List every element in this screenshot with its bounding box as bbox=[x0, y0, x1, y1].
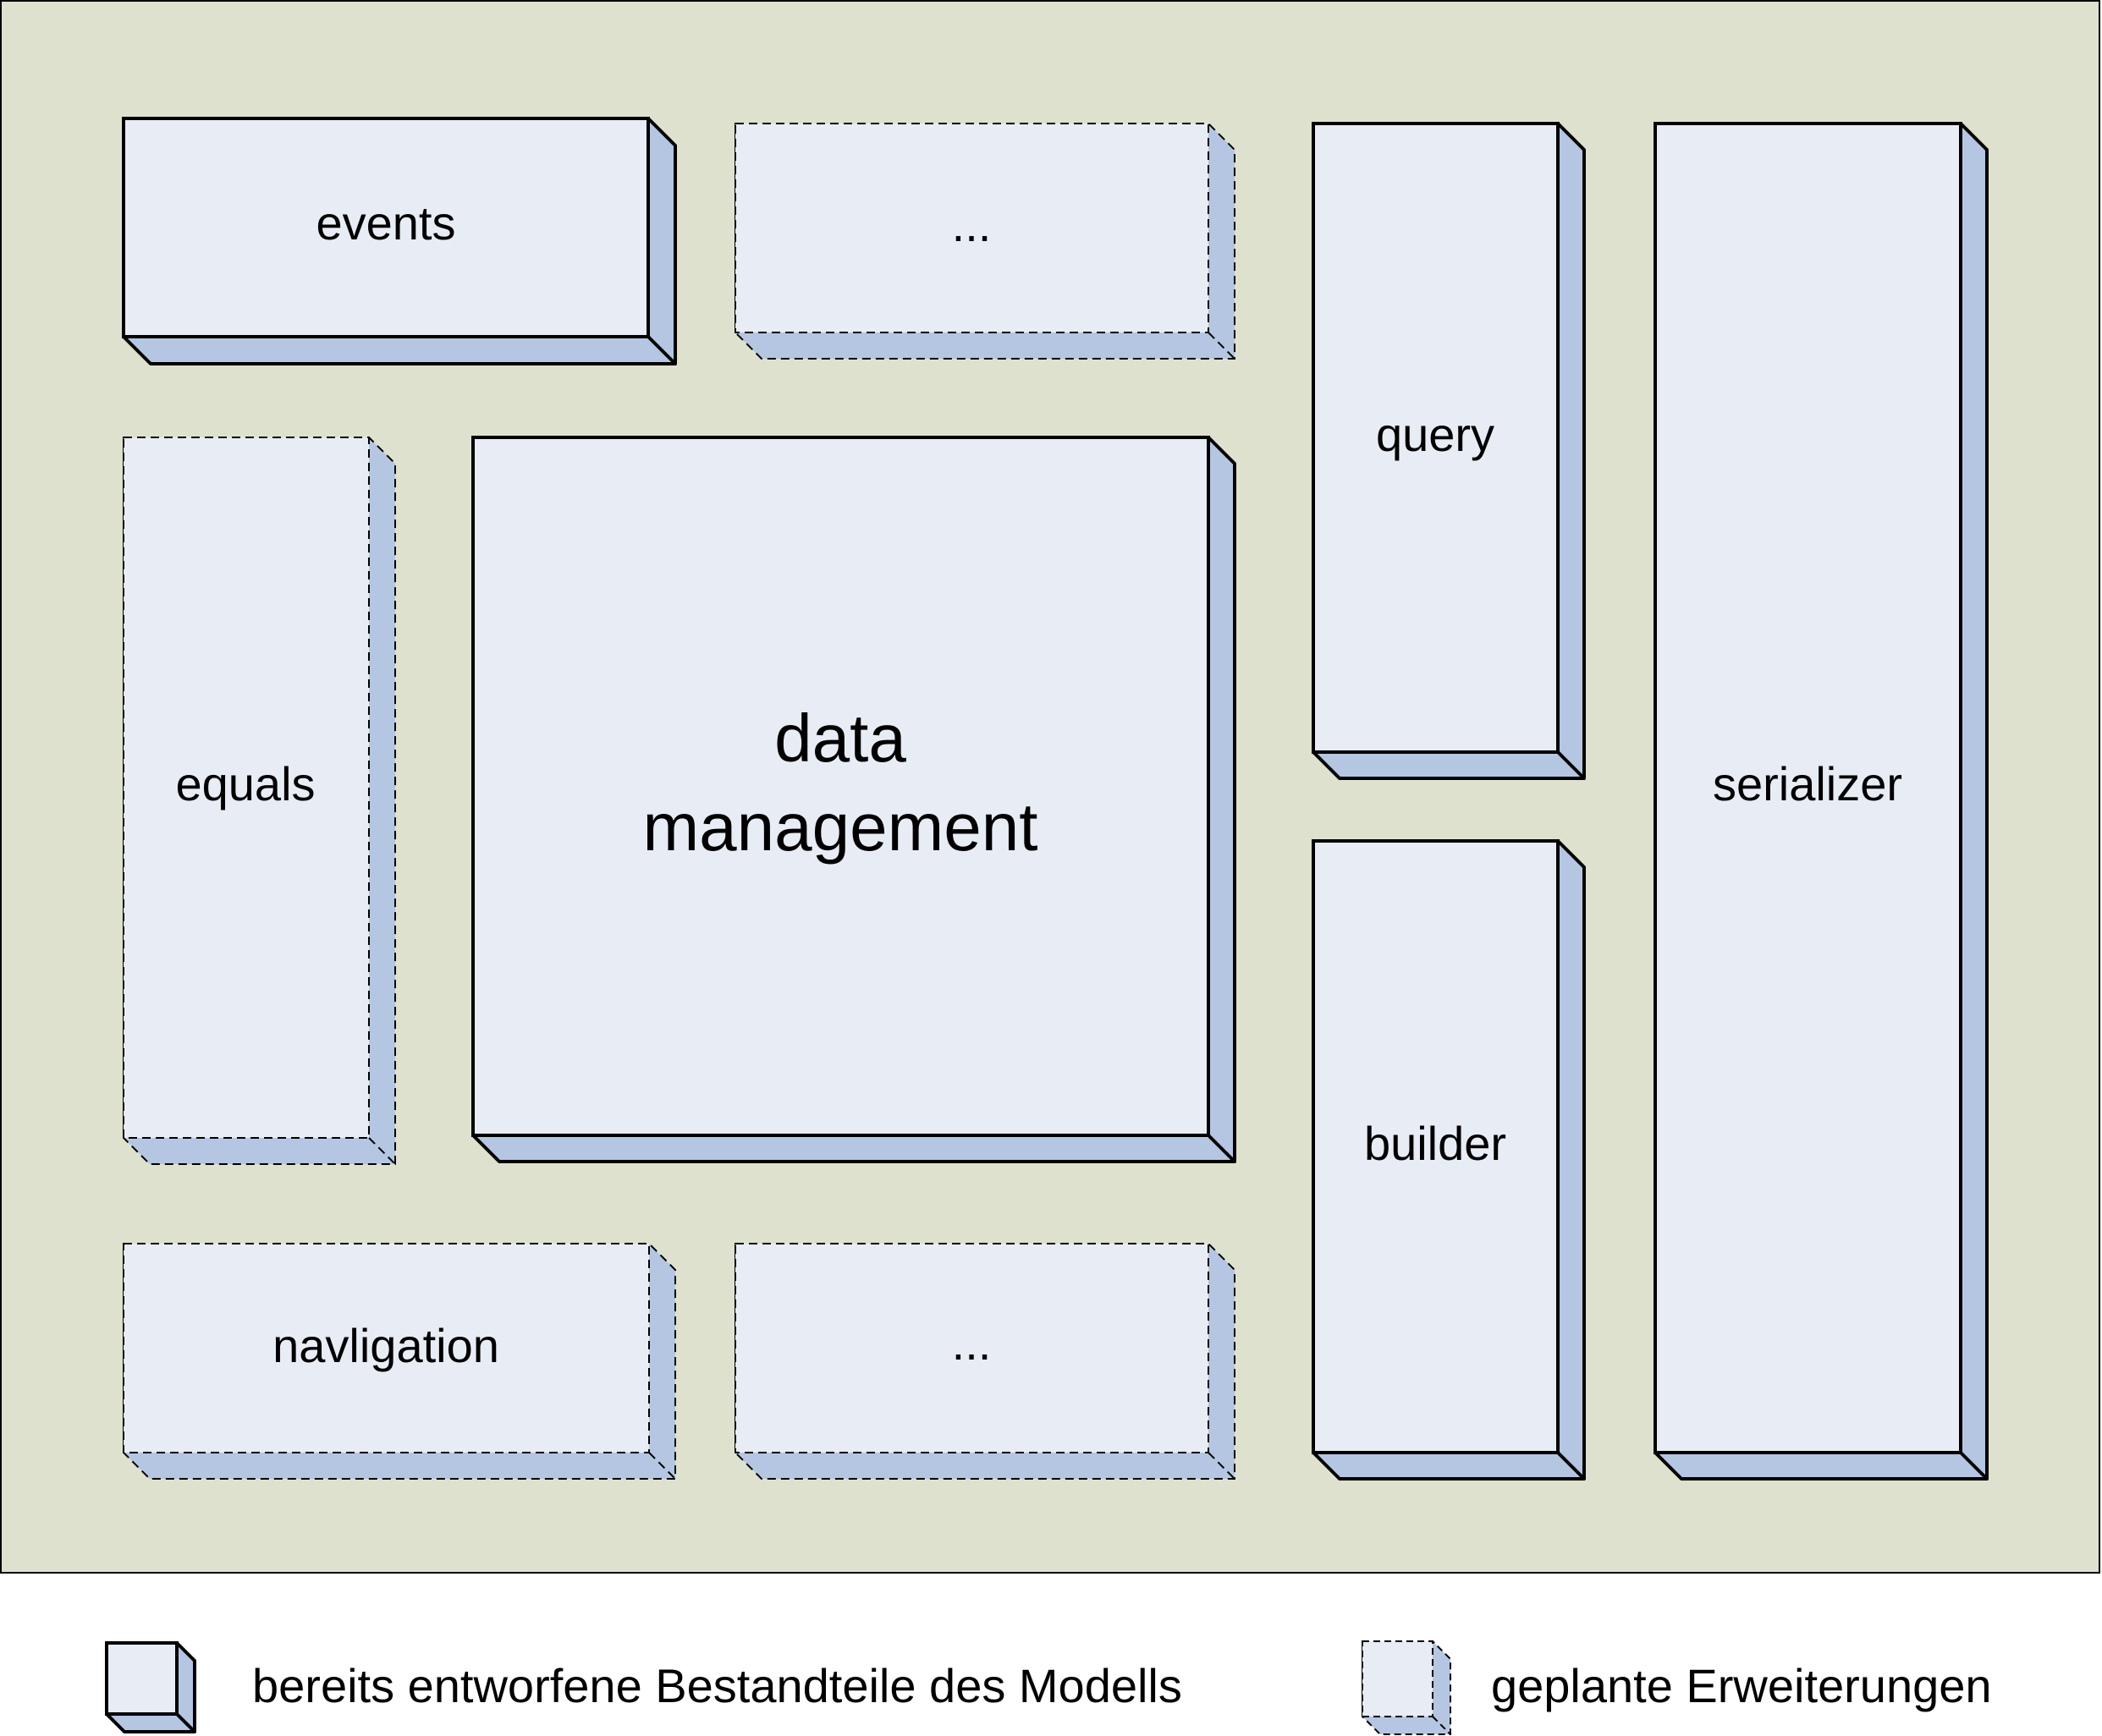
module-data-management-label-line1: data bbox=[774, 700, 906, 776]
legend-planned-label: geplante Erweiterungen bbox=[1491, 1659, 1992, 1712]
legend: bereits entworfene Bestandteile des Mode… bbox=[105, 1640, 1992, 1735]
module-navigation: navligation bbox=[123, 1243, 676, 1480]
module-query: query bbox=[1312, 122, 1586, 780]
module-navigation-label: navligation bbox=[272, 1319, 499, 1372]
module-data-management-label-line2: management bbox=[643, 789, 1038, 865]
module-equals: equals bbox=[123, 437, 396, 1165]
module-query-label: query bbox=[1376, 408, 1494, 461]
module-equals-label: equals bbox=[175, 757, 315, 810]
legend-planned-swatch bbox=[1362, 1640, 1451, 1735]
module-events-label: events bbox=[316, 196, 456, 250]
module-events: events bbox=[122, 117, 677, 365]
module-top-ellipsis-label: ... bbox=[952, 198, 992, 251]
module-bottom-ellipsis-label: ... bbox=[952, 1316, 992, 1370]
module-bottom-ellipsis: ... bbox=[735, 1243, 1235, 1480]
module-top-ellipsis: ... bbox=[735, 123, 1235, 360]
module-serializer: serializer bbox=[1654, 122, 1989, 1481]
module-builder-label: builder bbox=[1364, 1117, 1506, 1170]
module-builder: builder bbox=[1312, 839, 1586, 1481]
legend-designed-swatch bbox=[105, 1641, 196, 1733]
architecture-diagram: events ... query serializer equals data … bbox=[0, 0, 2100, 1735]
legend-designed-label: bereits entworfene Bestandteile des Mode… bbox=[252, 1659, 1182, 1712]
module-data-management: data management bbox=[471, 436, 1236, 1163]
module-serializer-label: serializer bbox=[1713, 757, 1902, 810]
